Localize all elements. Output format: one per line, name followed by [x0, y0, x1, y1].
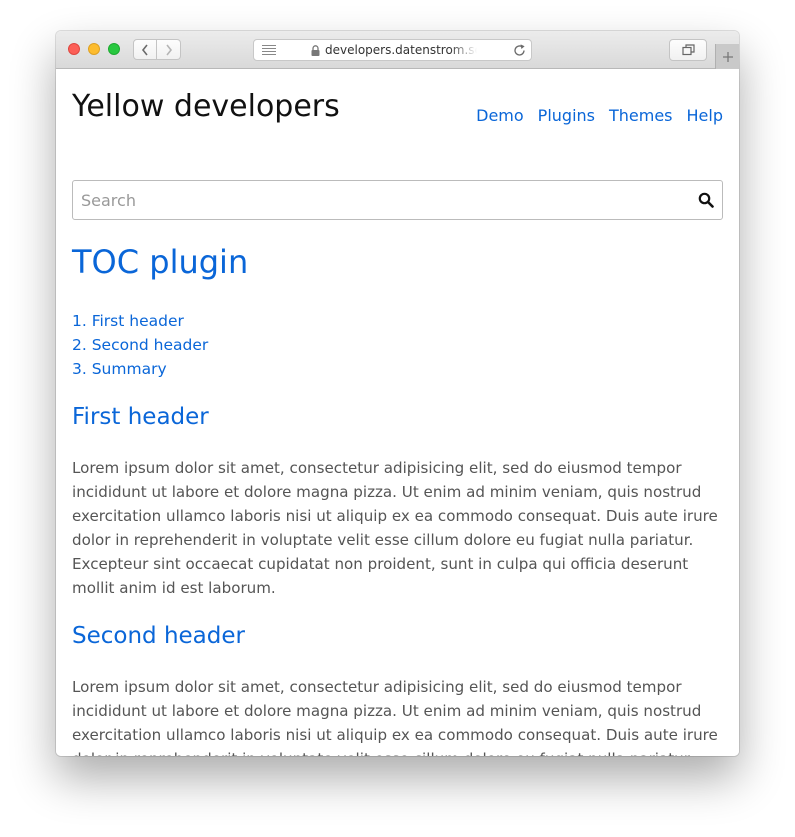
- reader-view-icon[interactable]: [262, 45, 276, 55]
- lock-icon: [311, 45, 320, 56]
- chevron-left-icon: [141, 44, 148, 55]
- nav-link-themes[interactable]: Themes: [609, 106, 673, 125]
- nav-link-help[interactable]: Help: [687, 106, 723, 125]
- tab-overview-button[interactable]: [669, 39, 707, 61]
- section-heading-second: Second header: [72, 623, 245, 649]
- url-text[interactable]: developers.datenstrom.se: [325, 43, 477, 57]
- chevron-right-icon: [165, 44, 172, 55]
- search-input[interactable]: [73, 181, 683, 219]
- search-box: [72, 180, 723, 220]
- back-button[interactable]: [133, 39, 157, 60]
- page-title: TOC plugin: [72, 243, 249, 281]
- forward-button[interactable]: [157, 39, 181, 60]
- new-tab-button[interactable]: [715, 44, 739, 69]
- browser-window: developers.datenstrom.se Yellow develope…: [56, 31, 739, 756]
- reload-icon[interactable]: [513, 44, 526, 57]
- search-icon[interactable]: [698, 192, 714, 208]
- toc-link-summary[interactable]: 3. Summary: [72, 360, 167, 378]
- section-paragraph-second: Lorem ipsum dolor sit amet, consectetur …: [72, 678, 718, 756]
- toc-link-second-header[interactable]: 2. Second header: [72, 336, 208, 354]
- site-title[interactable]: Yellow developers: [72, 89, 340, 124]
- toc-item: 1. First header: [72, 309, 723, 333]
- page-content: Yellow developers Demo Plugins Themes He…: [56, 69, 739, 756]
- close-window-button[interactable]: [68, 43, 80, 55]
- article: TOC plugin 1. First header 2. Second hea…: [72, 241, 723, 756]
- nav-link-demo[interactable]: Demo: [476, 106, 524, 125]
- toc-link-first-header[interactable]: 1. First header: [72, 312, 184, 330]
- section-heading-first: First header: [72, 404, 209, 430]
- toc-item: 3. Summary: [72, 357, 723, 381]
- browser-toolbar: developers.datenstrom.se: [56, 31, 739, 69]
- plus-icon: [722, 51, 733, 62]
- site-navigation: Demo Plugins Themes Help: [476, 106, 723, 125]
- address-bar[interactable]: developers.datenstrom.se: [253, 39, 532, 61]
- nav-link-plugins[interactable]: Plugins: [538, 106, 595, 125]
- zoom-window-button[interactable]: [108, 43, 120, 55]
- section-paragraph-first: Lorem ipsum dolor sit amet, consectetur …: [72, 459, 718, 597]
- minimize-window-button[interactable]: [88, 43, 100, 55]
- tab-overview-icon: [681, 44, 695, 56]
- table-of-contents: 1. First header 2. Second header 3. Summ…: [72, 309, 723, 381]
- toc-item: 2. Second header: [72, 333, 723, 357]
